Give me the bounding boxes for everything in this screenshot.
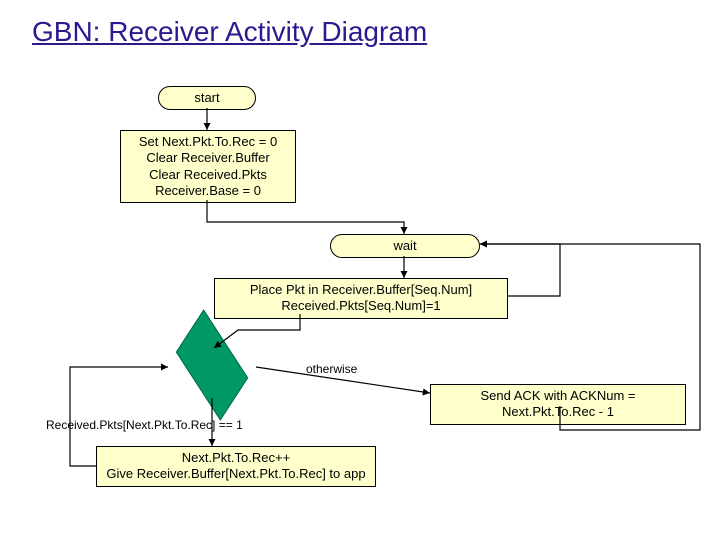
node-start: start <box>158 86 256 110</box>
node-wait: wait <box>330 234 480 258</box>
deliver-line-1: Next.Pkt.To.Rec++ <box>105 450 367 466</box>
init-line-4: Receiver.Base = 0 <box>129 183 287 199</box>
place-line-1: Place Pkt in Receiver.Buffer[Seq.Num] <box>223 282 499 298</box>
send-ack-label: Send ACK with ACKNum = Next.Pkt.To.Rec -… <box>481 388 636 419</box>
node-place-pkt: Place Pkt in Receiver.Buffer[Seq.Num] Re… <box>214 278 508 319</box>
init-line-3: Clear Received.Pkts <box>129 167 287 183</box>
init-line-2: Clear Receiver.Buffer <box>129 150 287 166</box>
node-send-ack: Send ACK with ACKNum = Next.Pkt.To.Rec -… <box>430 384 686 425</box>
decision-diamond <box>176 309 248 420</box>
deliver-line-2: Give Receiver.Buffer[Next.Pkt.To.Rec] to… <box>105 466 367 482</box>
node-deliver: Next.Pkt.To.Rec++ Give Receiver.Buffer[N… <box>96 446 376 487</box>
node-start-label: start <box>194 90 219 105</box>
label-otherwise: otherwise <box>306 362 357 377</box>
node-wait-label: wait <box>393 238 416 253</box>
node-init: Set Next.Pkt.To.Rec = 0 Clear Receiver.B… <box>120 130 296 203</box>
page-title: GBN: Receiver Activity Diagram <box>32 16 427 48</box>
place-line-2: Received.Pkts[Seq.Num]=1 <box>223 298 499 314</box>
init-line-1: Set Next.Pkt.To.Rec = 0 <box>129 134 287 150</box>
label-condition: Received.Pkts[Next.Pkt.To.Rec] == 1 <box>46 418 243 433</box>
